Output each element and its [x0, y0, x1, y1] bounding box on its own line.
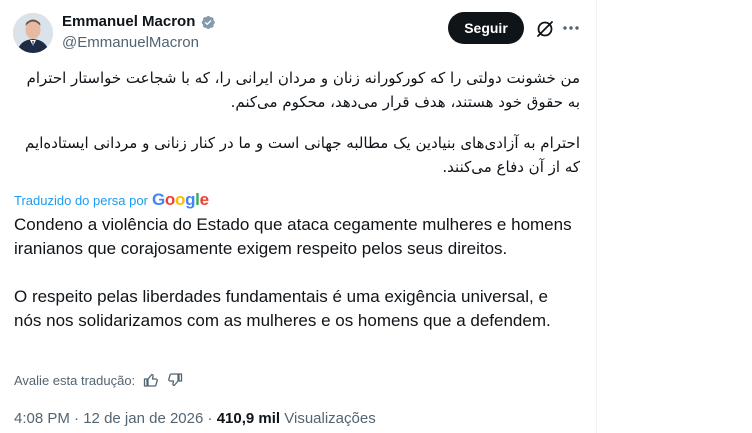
tweet-detail: Emmanuel Macron @EmmanuelMacron Seguir م… [0, 0, 752, 433]
column-divider [596, 0, 597, 433]
translated-text: Condeno a violência do Estado que ataca … [14, 213, 574, 333]
views-count: 410,9 mil [216, 410, 281, 427]
avatar[interactable] [13, 13, 53, 53]
author-name[interactable]: Emmanuel Macron [62, 12, 195, 32]
original-paragraph: احترام به آزادی‌های بنیادین یک مطالبه جه… [25, 134, 580, 176]
rate-translation: Avalie esta tradução: [14, 372, 183, 388]
verified-badge-icon[interactable] [199, 14, 216, 31]
meta-separator: · [207, 410, 213, 427]
meta-separator: · [74, 410, 80, 427]
translated-by[interactable]: Traduzido do persa por Google [14, 190, 209, 210]
translation-paragraph: Condeno a violência do Estado que ataca … [14, 215, 572, 258]
translation-paragraph: O respeito pelas liberdades fundamentais… [14, 287, 551, 330]
original-text: من خشونت دولتی را که کورکورانه زنان و مر… [20, 66, 580, 179]
google-logo: Google [151, 190, 209, 209]
translated-by-label: Traduzido do persa por [14, 192, 148, 208]
thumbs-down-icon[interactable] [167, 372, 183, 388]
thumbs-up-icon[interactable] [143, 372, 159, 388]
post-meta: 4:08 PM · 12 de jan de 2026 · 410,9 mil … [14, 409, 376, 429]
views-label: Visualizações [284, 410, 376, 427]
author-name-row: Emmanuel Macron [62, 12, 216, 32]
author-handle[interactable]: @EmmanuelMacron [62, 33, 199, 53]
more-icon[interactable] [561, 18, 581, 38]
rate-label: Avalie esta tradução: [14, 372, 136, 388]
grok-icon[interactable] [534, 18, 556, 40]
original-paragraph: من خشونت دولتی را که کورکورانه زنان و مر… [26, 69, 580, 111]
post-time[interactable]: 4:08 PM [14, 410, 70, 427]
post-date[interactable]: 12 de jan de 2026 [83, 410, 203, 427]
follow-button[interactable]: Seguir [448, 12, 524, 44]
